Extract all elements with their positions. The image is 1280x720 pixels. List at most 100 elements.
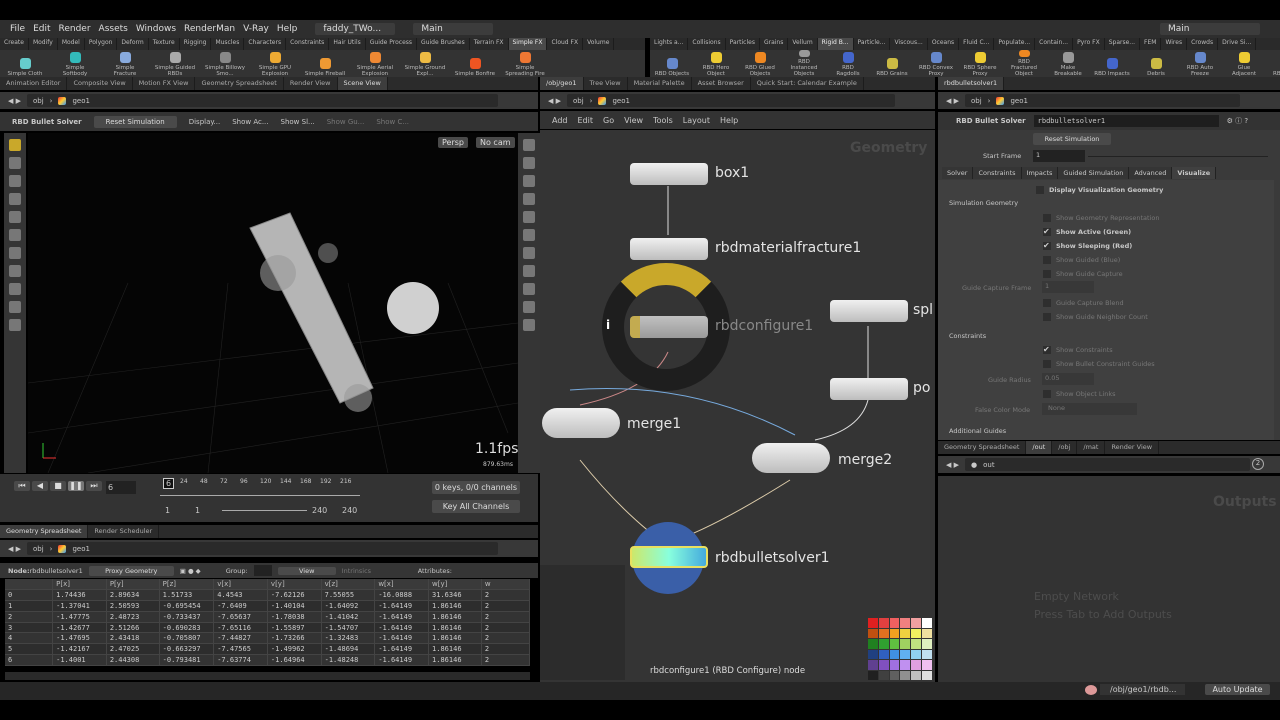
shelf-tab[interactable]: FEM [1140,38,1162,50]
shelf-tab[interactable]: Viscous... [890,38,928,50]
tab[interactable]: Animation Editor [0,77,68,90]
shelf-tool[interactable]: RBD Instanced Objects [782,50,826,77]
shelf-tool[interactable]: Simple GPU Explosion [250,50,300,77]
shelf-tool[interactable]: Debris [1134,50,1178,77]
back-icon[interactable]: ◀ ▶ [8,97,21,105]
show-constraints-checkbox[interactable]: ✔ Show Constraints [1043,346,1280,354]
tool-icon[interactable] [9,301,21,313]
shelf-tab[interactable]: Guide Brushes [417,38,470,50]
status-path-select[interactable]: /obj/geo1/rbdb... [1100,684,1185,695]
obj-path[interactable]: obj [573,97,584,105]
shelf-tool[interactable]: RBD Ragdolls [826,50,870,77]
node-name-field[interactable]: rbdbulletsolver1 [1033,115,1219,127]
display-option-icon[interactable] [523,157,535,169]
sim-geometry-checkbox[interactable]: Show Guide Capture [1043,270,1280,278]
shelf-tab[interactable]: Vellum [788,38,818,50]
shelf-tab[interactable]: Grains [760,38,789,50]
network-menu-item[interactable]: Go [603,116,614,125]
range-end[interactable]: 240 [342,506,357,515]
shelf-tool[interactable]: Simple Aerial Explosion [350,50,400,77]
palette-swatch[interactable] [922,649,932,659]
pane-link-badge[interactable]: 2 [1252,458,1264,470]
scene-viewport[interactable]: Persp No cam 1.1fps 879.63ms [27,133,518,474]
palette-swatch[interactable] [868,618,878,628]
path-box[interactable]: ● out [965,458,1250,471]
tab[interactable]: Composite View [67,77,133,90]
palette-swatch[interactable] [878,628,889,638]
shelf-tab[interactable]: Collisions [688,38,726,50]
path-box[interactable]: obj › geo1 [27,542,498,555]
shelf-tab[interactable]: Sparse... [1105,38,1141,50]
shelf-tab[interactable]: Pyro FX [1073,38,1105,50]
palette-swatch[interactable] [878,649,889,659]
palette-swatch[interactable] [878,670,889,680]
network-menu-item[interactable]: Help [720,116,738,125]
display-option-icon[interactable] [523,283,535,295]
reset-simulation-button[interactable]: Reset Simulation [93,115,177,128]
menu-edit[interactable]: Edit [33,24,50,34]
shelf-tab[interactable]: Polygon [85,38,118,50]
guide-neighbor-count-checkbox[interactable]: Show Guide Neighbor Count [1043,313,1280,321]
shelf-tab[interactable]: Terrain FX [470,38,509,50]
stop-button[interactable]: ■ [50,481,66,491]
shelf-tab[interactable]: Modify [29,38,58,50]
network-editor[interactable]: Geometry box1 rbdmaterialfracture1 i rbd… [540,130,935,682]
geo-path[interactable]: geo1 [1010,97,1028,105]
tool-icon[interactable] [9,319,21,331]
display-option-icon[interactable] [523,211,535,223]
proxy-geometry-select[interactable]: Proxy Geometry [88,565,174,576]
palette-swatch[interactable] [911,670,922,680]
shelf-tool[interactable]: RBD Impacts [1090,50,1134,77]
back-icon[interactable]: ◀ ▶ [946,461,959,469]
palette-swatch[interactable] [922,618,932,628]
palette-swatch[interactable] [868,639,878,649]
shelf-tab[interactable]: Particle... [854,38,891,50]
shelf-tool[interactable]: Make Breakable [1046,50,1090,77]
shelf-tab[interactable]: Fluid C... [959,38,995,50]
tool-icon[interactable] [9,283,21,295]
palette-swatch[interactable] [900,639,911,649]
tab[interactable]: Render View [284,77,338,90]
shelf-tool[interactable]: RBD Fractured Object [1002,50,1046,77]
palette-swatch[interactable] [868,628,878,638]
view-select[interactable]: View [277,566,336,575]
node-po[interactable] [830,378,908,400]
shelf-tab[interactable]: Wires [1161,38,1188,50]
current-frame-field[interactable]: 6 [106,481,136,494]
network-overview[interactable] [540,565,625,680]
display-visualization-checkbox[interactable]: Display Visualization Geometry [1036,186,1280,194]
palette-swatch[interactable] [889,670,900,680]
obj-path[interactable]: obj [33,97,44,105]
frame-marker[interactable]: 6 [163,478,175,489]
shelf-tool[interactable]: RBD Sphere Proxy [958,50,1002,77]
param-tab[interactable]: Constraints [973,167,1022,179]
palette-swatch[interactable] [889,618,900,628]
shelf-tool[interactable]: RBD Glued Objects [738,50,782,77]
node-box1[interactable] [630,163,708,185]
tab[interactable]: Geometry Spreadsheet [195,77,284,90]
node-rbdbulletsolver1[interactable] [630,546,708,568]
geo-path[interactable]: geo1 [72,545,90,553]
shelf-tab[interactable]: Deform [117,38,149,50]
guide-radius-field[interactable]: 0.05 [1042,373,1094,385]
menu-assets[interactable]: Assets [99,24,128,34]
palette-swatch[interactable] [911,649,922,659]
network-menu-item[interactable]: View [624,116,643,125]
shelf-tab[interactable]: Guide Process [366,38,418,50]
jump-end-button[interactable]: ⏭ [86,481,102,491]
tab[interactable]: Asset Browser [692,77,751,90]
shelf-tool[interactable]: Simple Spreading Fire [500,50,550,77]
node-merge2[interactable] [752,443,830,473]
tool-icon[interactable] [9,193,21,205]
shelf-tab[interactable]: Lights a... [650,38,689,50]
geo-path[interactable]: geo1 [72,97,90,105]
show-bullet-guides-checkbox[interactable]: Show Bullet Constraint Guides [1043,360,1280,368]
guide-capture-frame-field[interactable]: 1 [1042,281,1094,293]
shelf-tool[interactable]: Simple Cloth [0,50,50,77]
show-sleeping-toggle[interactable]: Show Sl... [281,118,315,126]
key-all-channels-button[interactable]: Key All Channels [432,500,520,513]
shelf-tool[interactable]: RBD Hero Object [694,50,738,77]
menu-windows[interactable]: Windows [136,24,176,34]
palette-swatch[interactable] [922,670,932,680]
shelf-tab[interactable]: Contain... [1035,38,1074,50]
